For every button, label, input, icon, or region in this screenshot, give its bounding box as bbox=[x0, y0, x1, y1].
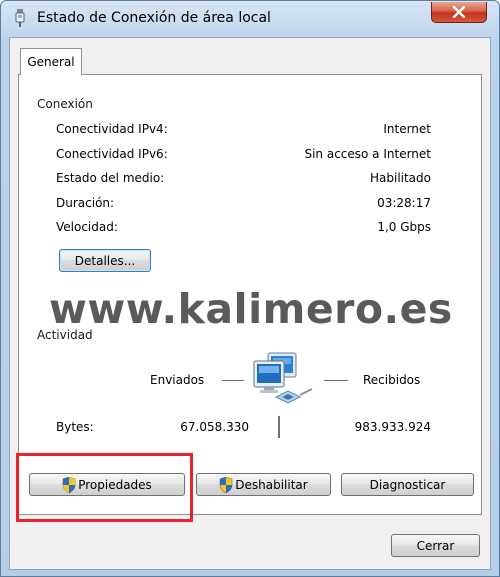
title-bar[interactable]: Estado de Conexión de área local bbox=[1, 1, 499, 37]
media-state-label: Estado del medio: bbox=[56, 171, 165, 185]
speed-value: 1,0 Gbps bbox=[377, 220, 431, 234]
window-title: Estado de Conexión de área local bbox=[37, 10, 271, 26]
window-close-button[interactable] bbox=[431, 2, 487, 23]
disable-button[interactable]: Deshabilitar bbox=[196, 473, 331, 496]
connection-group-divider bbox=[119, 104, 437, 105]
activity-group-divider bbox=[119, 335, 437, 336]
bytes-separator bbox=[278, 416, 280, 438]
duration-value: 03:28:17 bbox=[377, 196, 431, 210]
received-label: Recibidos bbox=[363, 373, 421, 387]
connection-status-window: Estado de Conexión de área local General… bbox=[0, 0, 500, 577]
media-state-value: Habilitado bbox=[369, 171, 431, 185]
disable-button-label: Deshabilitar bbox=[235, 477, 308, 492]
close-dialog-button[interactable]: Cerrar bbox=[391, 534, 480, 557]
network-computers-icon bbox=[253, 352, 313, 404]
details-button[interactable]: Detalles... bbox=[59, 249, 151, 272]
speed-label: Velocidad: bbox=[56, 220, 118, 234]
ipv4-value: Internet bbox=[383, 122, 431, 136]
sent-dash bbox=[222, 380, 244, 381]
network-adapter-icon bbox=[15, 9, 25, 27]
diagnose-button[interactable]: Diagnosticar bbox=[341, 473, 474, 496]
ipv6-value: Sin acceso a Internet bbox=[304, 147, 431, 161]
tab-label: General bbox=[27, 55, 75, 69]
highlight-annotation-box bbox=[16, 453, 193, 522]
uac-shield-icon bbox=[219, 476, 233, 493]
ipv4-label: Conectividad IPv4: bbox=[56, 122, 168, 136]
bytes-received-value: 983.933.924 bbox=[354, 420, 431, 434]
watermark-text: www.kalimero.es bbox=[49, 285, 453, 333]
received-dash bbox=[324, 380, 348, 381]
ipv6-label: Conectividad IPv6: bbox=[56, 147, 168, 161]
connection-group-title: Conexión bbox=[37, 97, 97, 111]
bytes-sent-value: 67.058.330 bbox=[180, 420, 249, 434]
sent-label: Enviados bbox=[150, 373, 205, 387]
duration-label: Duración: bbox=[56, 196, 115, 210]
bytes-label: Bytes: bbox=[56, 420, 94, 434]
close-icon bbox=[452, 6, 466, 18]
tab-general[interactable]: General bbox=[20, 48, 82, 75]
